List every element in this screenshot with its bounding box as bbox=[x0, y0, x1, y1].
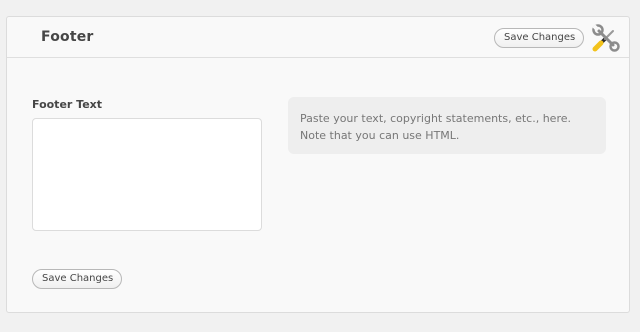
help-text-line-2: Note that you can use HTML. bbox=[300, 129, 460, 142]
save-changes-button-top[interactable]: Save Changes bbox=[494, 28, 584, 48]
footer-text-label: Footer Text bbox=[32, 98, 103, 111]
panel-header: Footer Save Changes bbox=[7, 17, 629, 58]
help-text-box: Paste your text, copyright statements, e… bbox=[288, 97, 606, 154]
footer-text-input[interactable] bbox=[32, 118, 262, 231]
save-changes-button-bottom[interactable]: Save Changes bbox=[32, 269, 122, 289]
footer-options-panel: Footer Save Changes Footer Text Paste yo… bbox=[6, 16, 630, 313]
tools-icon bbox=[592, 24, 620, 52]
panel-title: Footer bbox=[41, 29, 94, 45]
help-text-line-1: Paste your text, copyright statements, e… bbox=[300, 112, 571, 125]
